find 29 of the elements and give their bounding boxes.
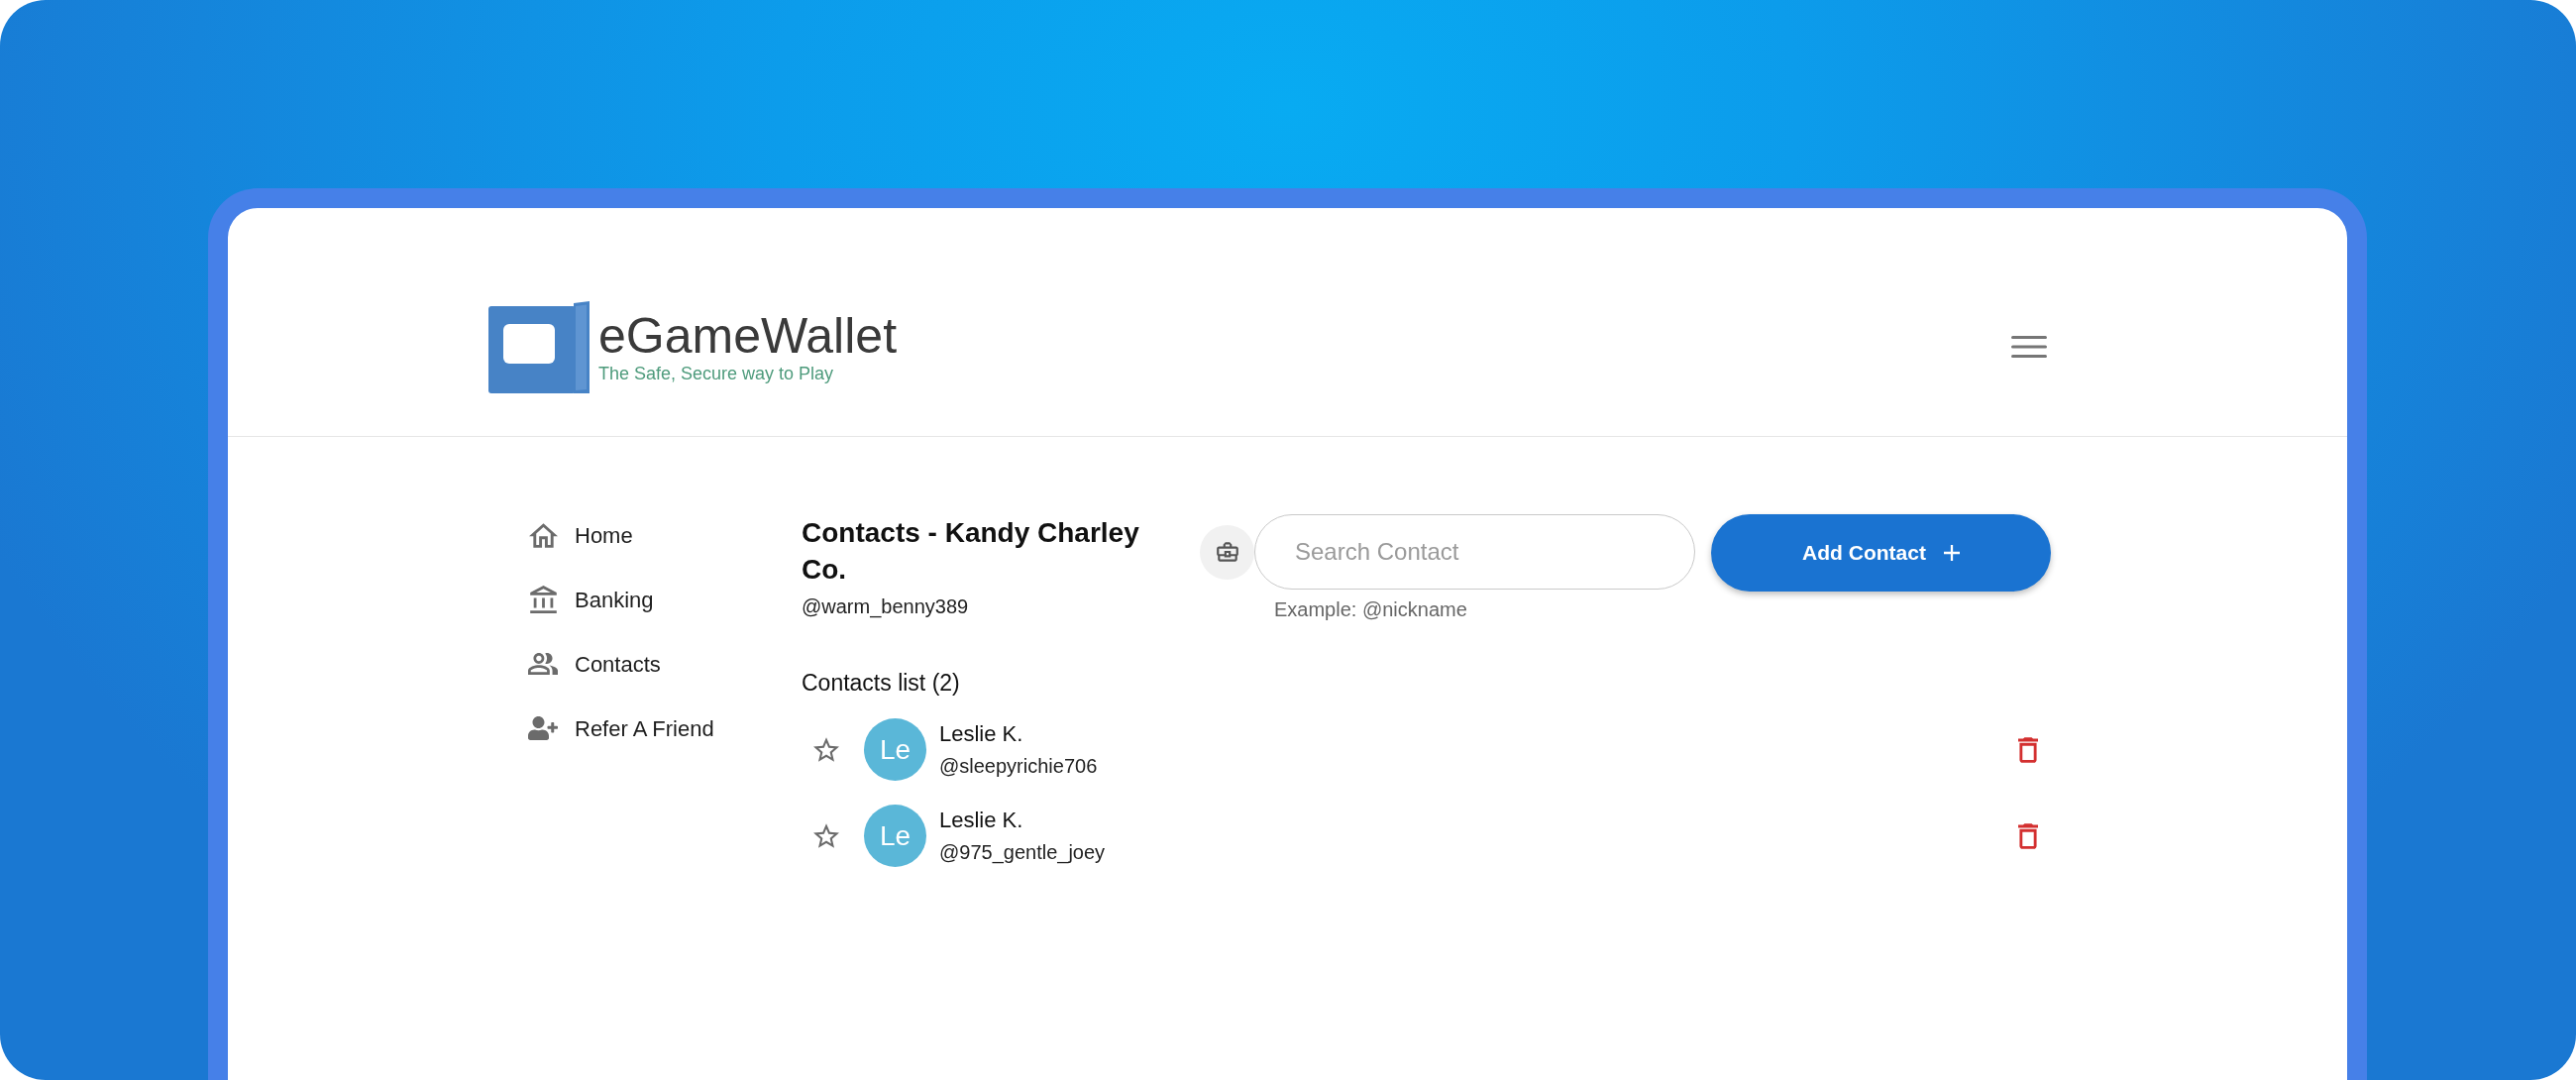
brand-tagline: The Safe, Secure way to Play (598, 363, 835, 384)
contact-handle: @975_gentle_joey (939, 840, 1106, 866)
search-hint: Example: @nickname (1274, 597, 1467, 622)
avatar: Le (864, 805, 926, 867)
page-title: Contacts - Kandy Charley Co. (802, 516, 1140, 587)
bank-icon (529, 586, 557, 613)
star-icon[interactable] (813, 823, 839, 848)
sidebar-item[interactable]: Contacts (528, 644, 661, 684)
brand-name: eGameWallet (598, 309, 898, 363)
delete-icon[interactable] (2018, 822, 2038, 849)
add-person-icon (528, 716, 558, 740)
avatar: Le (864, 718, 926, 781)
contact-name: Leslie K. (939, 807, 1023, 834)
menu-icon[interactable] (2011, 336, 2047, 358)
sidebar-item[interactable]: Refer A Friend (528, 708, 714, 748)
contacts-heading: Contacts list (2) (802, 669, 960, 698)
user-handle: @warm_benny389 (802, 594, 969, 620)
plus-icon (1943, 545, 1960, 561)
sidebar-item[interactable]: Home (528, 515, 633, 555)
wallet-logo-icon (488, 300, 590, 393)
contact-name: Leslie K. (939, 720, 1023, 748)
home-icon (528, 522, 558, 548)
delete-icon[interactable] (2018, 736, 2038, 763)
star-icon[interactable] (813, 737, 839, 762)
people-icon (528, 653, 558, 675)
add-contact-button[interactable]: Add Contact (1711, 514, 2051, 592)
sidebar-item[interactable]: Banking (528, 580, 654, 619)
search-field[interactable]: Search Contact (1254, 514, 1695, 590)
contact-handle: @sleepyrichie706 (939, 754, 1098, 779)
